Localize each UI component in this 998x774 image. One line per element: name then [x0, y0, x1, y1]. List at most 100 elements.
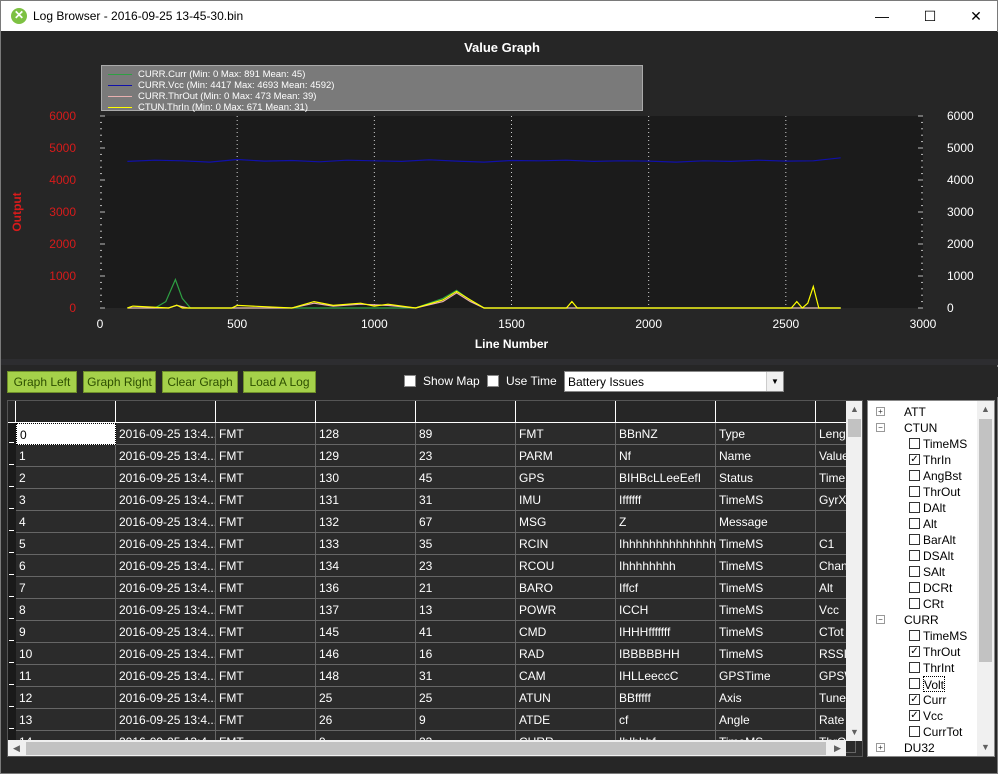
table-row[interactable]: 6 2016-09-25 13:4... FMT 134 23 RCOU Ihhhhhhhh…	[8, 555, 856, 577]
field-tree[interactable]: + ATT − CTUN TimeMS ✓ ThrIn AngBst ThrOut DAlt Alt…	[867, 400, 995, 757]
tree-scroll-down-icon[interactable]: ▼	[977, 739, 994, 756]
tree-group-node[interactable]: CURR	[904, 612, 939, 628]
column-header[interactable]	[416, 401, 516, 423]
column-header[interactable]	[516, 401, 616, 423]
table-cell[interactable]: Iffffff	[616, 489, 716, 511]
grid-horizontal-scrollbar[interactable]: ◀ ▶	[8, 740, 846, 756]
row-header[interactable]	[8, 555, 16, 577]
table-cell[interactable]: 131	[316, 489, 416, 511]
table-cell[interactable]: 25	[416, 687, 516, 709]
field-checkbox[interactable]: ✓	[909, 710, 920, 721]
scroll-thumb[interactable]	[848, 419, 861, 437]
table-cell[interactable]: 2016-09-25 13:4...	[116, 511, 216, 533]
tree-group-node[interactable]: DU32	[904, 740, 935, 756]
table-row[interactable]: 12 2016-09-25 13:4... FMT 25 25 ATUN BBfffff Ax…	[8, 687, 856, 709]
table-cell[interactable]: 8	[16, 599, 116, 621]
table-cell[interactable]: CAM	[516, 665, 616, 687]
tree-field-node[interactable]: CurrTot	[923, 724, 962, 740]
tree-field-node[interactable]: ThrOut	[923, 484, 960, 500]
table-cell[interactable]: cf	[616, 709, 716, 731]
table-cell[interactable]: 134	[316, 555, 416, 577]
table-cell[interactable]: FMT	[516, 423, 616, 445]
table-cell[interactable]: 2016-09-25 13:4...	[116, 621, 216, 643]
table-cell[interactable]: 145	[316, 621, 416, 643]
table-cell[interactable]: IBBBBBHH	[616, 643, 716, 665]
scroll-right-arrow-icon[interactable]: ▶	[829, 740, 846, 756]
tree-field-node[interactable]: CRt	[923, 596, 944, 612]
table-cell[interactable]: 26	[316, 709, 416, 731]
load-log-button[interactable]: Load A Log	[243, 371, 316, 393]
row-header[interactable]	[8, 665, 16, 687]
table-cell[interactable]: BBfffff	[616, 687, 716, 709]
tree-field-node[interactable]: Curr	[923, 692, 946, 708]
table-cell[interactable]: 21	[416, 577, 516, 599]
table-cell[interactable]: Status	[716, 467, 816, 489]
column-header[interactable]	[216, 401, 316, 423]
table-cell[interactable]: 11	[16, 665, 116, 687]
table-cell[interactable]: IMU	[516, 489, 616, 511]
table-cell[interactable]: 7	[16, 577, 116, 599]
table-cell[interactable]: 2016-09-25 13:4...	[116, 423, 216, 445]
table-cell[interactable]: 129	[316, 445, 416, 467]
log-data-grid[interactable]: 0 2016-09-25 13:4... FMT 128 89 FMT BBnNZ Type L…	[7, 400, 863, 757]
table-cell[interactable]: TimeMS	[716, 489, 816, 511]
table-cell[interactable]: 132	[316, 511, 416, 533]
table-cell[interactable]: FMT	[216, 599, 316, 621]
table-cell[interactable]: 41	[416, 621, 516, 643]
table-row[interactable]: 5 2016-09-25 13:4... FMT 133 35 RCIN Ihhhhhhhh…	[8, 533, 856, 555]
table-cell[interactable]: 13	[16, 709, 116, 731]
tree-field-node[interactable]: BarAlt	[923, 532, 956, 548]
table-cell[interactable]: FMT	[216, 687, 316, 709]
field-checkbox[interactable]: ✓	[909, 646, 920, 657]
table-cell[interactable]: Ihhhhhhhh	[616, 555, 716, 577]
field-checkbox[interactable]	[909, 582, 920, 593]
row-header[interactable]	[8, 533, 16, 555]
table-cell[interactable]: ATDE	[516, 709, 616, 731]
expand-icon[interactable]: +	[876, 743, 885, 752]
table-cell[interactable]: TimeMS	[716, 577, 816, 599]
table-cell[interactable]: 89	[416, 423, 516, 445]
table-cell[interactable]: GPSTime	[716, 665, 816, 687]
column-header[interactable]	[316, 401, 416, 423]
table-cell[interactable]: RCOU	[516, 555, 616, 577]
table-row[interactable]: 3 2016-09-25 13:4... FMT 131 31 IMU Iffffff Tim…	[8, 489, 856, 511]
table-cell[interactable]: 67	[416, 511, 516, 533]
table-cell[interactable]: 2016-09-25 13:4...	[116, 489, 216, 511]
table-cell[interactable]: 45	[416, 467, 516, 489]
table-cell[interactable]: 16	[416, 643, 516, 665]
table-cell[interactable]: 133	[316, 533, 416, 555]
table-cell[interactable]: 2016-09-25 13:4...	[116, 533, 216, 555]
column-header[interactable]	[716, 401, 816, 423]
table-cell[interactable]: POWR	[516, 599, 616, 621]
table-cell[interactable]: RCIN	[516, 533, 616, 555]
tree-field-node[interactable]: Volt	[923, 676, 946, 692]
tree-field-node[interactable]: ThrInt	[923, 660, 954, 676]
table-cell[interactable]: Name	[716, 445, 816, 467]
table-cell[interactable]: TimeMS	[716, 599, 816, 621]
table-cell[interactable]: FMT	[216, 665, 316, 687]
table-cell[interactable]: 2016-09-25 13:4...	[116, 555, 216, 577]
issue-filter-dropdown[interactable]: Battery Issues ▼	[564, 371, 784, 392]
scroll-left-arrow-icon[interactable]: ◀	[8, 740, 25, 756]
table-cell[interactable]: BIHBcLLeeEefI	[616, 467, 716, 489]
grid-vertical-scrollbar[interactable]: ▲ ▼	[846, 401, 862, 741]
table-cell[interactable]: Iffcf	[616, 577, 716, 599]
graph-left-button[interactable]: Graph Left	[7, 371, 77, 393]
collapse-icon[interactable]: −	[876, 615, 885, 624]
graph-right-button[interactable]: Graph Right	[83, 371, 156, 393]
field-checkbox[interactable]: ✓	[909, 454, 920, 465]
row-header[interactable]	[8, 445, 16, 467]
table-cell[interactable]: 3	[16, 489, 116, 511]
table-cell[interactable]: 2016-09-25 13:4...	[116, 687, 216, 709]
table-cell[interactable]: 0	[16, 423, 116, 445]
table-cell[interactable]: Nf	[616, 445, 716, 467]
table-cell[interactable]: 9	[16, 621, 116, 643]
table-cell[interactable]: 13	[416, 599, 516, 621]
table-cell[interactable]: FMT	[216, 511, 316, 533]
field-checkbox[interactable]	[909, 486, 920, 497]
table-row[interactable]: 10 2016-09-25 13:4... FMT 146 16 RAD IBBBBBHH T…	[8, 643, 856, 665]
table-cell[interactable]: GPS	[516, 467, 616, 489]
use-time-checkbox[interactable]	[487, 375, 499, 387]
tree-field-node[interactable]: DCRt	[923, 580, 952, 596]
table-cell[interactable]: FMT	[216, 467, 316, 489]
